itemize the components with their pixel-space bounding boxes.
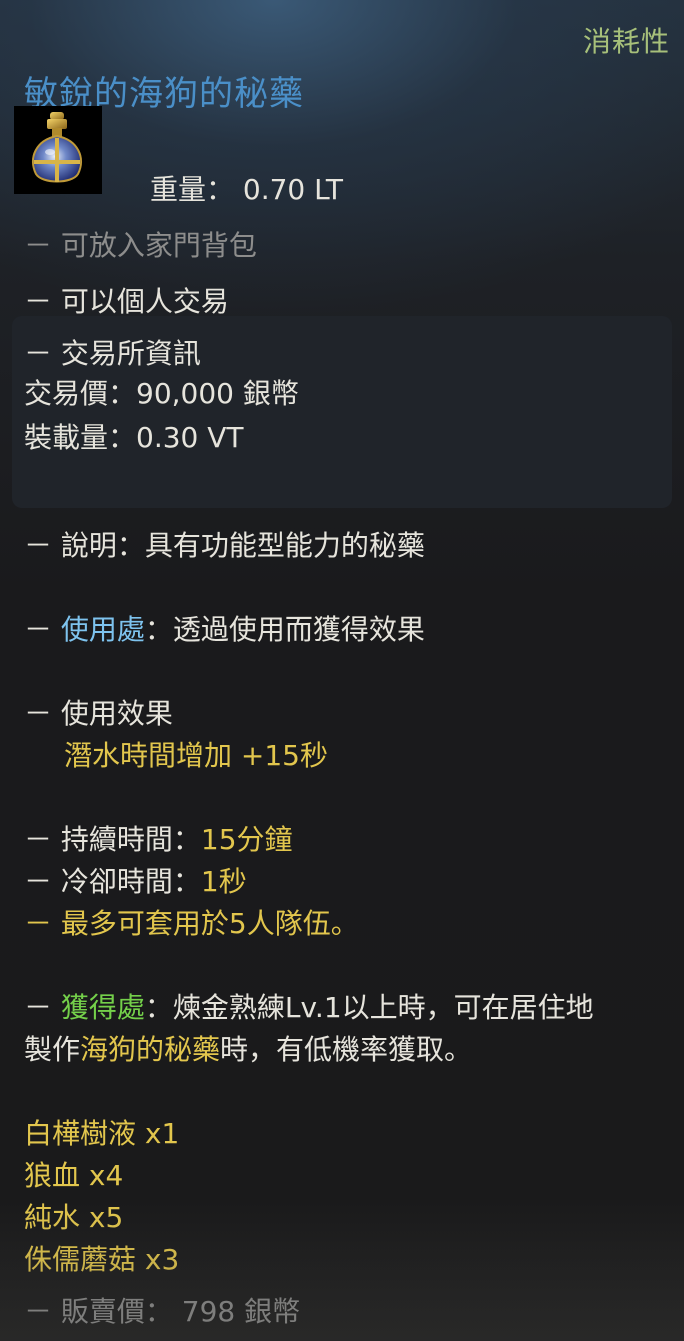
cooldown-prefix: － 冷卻時間： bbox=[24, 865, 201, 898]
ingredient-qty: x5 bbox=[88, 1201, 124, 1234]
usage-line: － 使用處：透過使用而獲得效果 bbox=[24, 608, 425, 648]
personal-trade-note: － 可以個人交易 bbox=[24, 285, 229, 318]
obtain-line-2: 製作海狗的秘藥時，有低機率獲取。 bbox=[24, 1028, 472, 1068]
obtain-text-2a: 製作 bbox=[24, 1033, 81, 1066]
market-load-weight: 裝載量：0.30 VT bbox=[24, 421, 244, 454]
item-description: － 說明：具有功能型能力的秘藥 bbox=[24, 529, 425, 562]
duration-line: － 持續時間：15分鐘 bbox=[24, 818, 293, 858]
ingredient-qty: x3 bbox=[144, 1243, 180, 1276]
item-tooltip: 消耗性 敏銳的海狗的秘藥 重量： 0.70 LT － 可放入家門背包 － 可以個… bbox=[0, 0, 684, 1341]
ingredient-item: 白樺樹液 x1 bbox=[24, 1112, 179, 1152]
ingredient-item: 純水 x5 bbox=[24, 1196, 123, 1236]
market-info-header: － 交易所資訊 bbox=[24, 337, 201, 370]
duration-prefix: － 持續時間： bbox=[24, 823, 201, 856]
potion-flask-icon bbox=[14, 106, 102, 194]
obtain-line-1: － 獲得處：煉金熟練Lv.1以上時，可在居住地 bbox=[24, 986, 594, 1026]
cooldown-line: － 冷卻時間：1秒 bbox=[24, 860, 247, 900]
obtain-prefix: － bbox=[24, 991, 61, 1024]
duration-value: 15分鐘 bbox=[200, 823, 293, 856]
ingredient-qty: x1 bbox=[144, 1117, 180, 1150]
sell-price: － 販賣價： 798 銀幣 bbox=[24, 1295, 301, 1328]
usage-label: 使用處 bbox=[60, 613, 145, 646]
ingredient-name: 狼血 bbox=[24, 1159, 81, 1192]
party-note: － 最多可套用於5人隊伍。 bbox=[24, 907, 359, 940]
usage-text: ：透過使用而獲得效果 bbox=[144, 613, 425, 646]
ingredient-item: 狼血 x4 bbox=[24, 1154, 123, 1194]
effect-value: 潛水時間增加 +15秒 bbox=[64, 739, 328, 772]
market-trade-price: 交易價：90,000 銀幣 bbox=[24, 377, 299, 410]
ingredient-qty: x4 bbox=[88, 1159, 124, 1192]
effect-header: － 使用效果 bbox=[24, 697, 173, 730]
usage-prefix: － bbox=[24, 613, 61, 646]
ingredient-name: 純水 bbox=[24, 1201, 81, 1234]
obtain-item-ref: 海狗的秘藥 bbox=[80, 1033, 221, 1066]
obtain-label: 獲得處 bbox=[60, 991, 145, 1024]
family-bag-note: － 可放入家門背包 bbox=[24, 229, 257, 262]
cooldown-value: 1秒 bbox=[200, 865, 247, 898]
obtain-text-2c: 時，有低機率獲取。 bbox=[220, 1033, 473, 1066]
ingredient-name: 侏儒蘑菇 bbox=[24, 1243, 137, 1276]
ingredient-item: 侏儒蘑菇 x3 bbox=[24, 1238, 179, 1278]
ingredient-name: 白樺樹液 bbox=[24, 1117, 137, 1150]
obtain-text-1: ：煉金熟練Lv.1以上時，可在居住地 bbox=[144, 991, 594, 1024]
item-category: 消耗性 bbox=[582, 25, 670, 58]
item-weight: 重量： 0.70 LT bbox=[150, 173, 343, 206]
